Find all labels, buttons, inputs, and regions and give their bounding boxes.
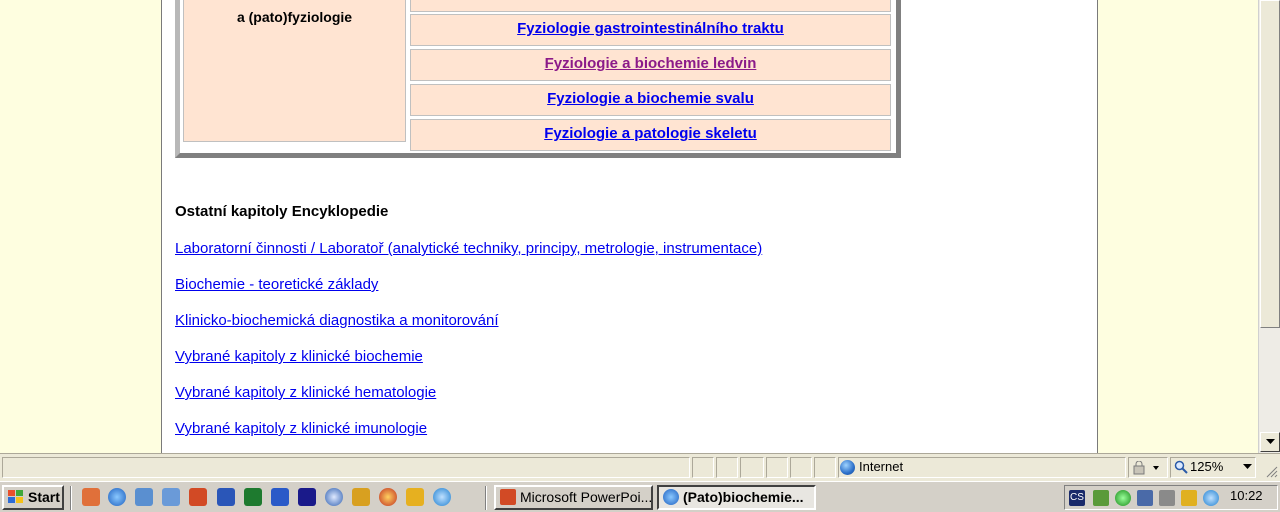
- browser-viewport: a (pato)fyziologie Fyziologie gastrointe…: [0, 0, 1258, 453]
- arrow-down-icon: [1265, 439, 1275, 444]
- status-text-pane: [2, 457, 690, 478]
- chapter-link-clinical-biochemistry[interactable]: Vybrané kapitoly z klinické biochemie: [175, 348, 423, 365]
- word-icon[interactable]: [271, 488, 289, 506]
- task-button-powerpoint[interactable]: Microsoft PowerPoi...: [494, 485, 653, 510]
- zoom-level: 125%: [1190, 459, 1224, 474]
- taskbar-separator: [70, 486, 72, 510]
- table-link-cell: Fyziologie a patologie skeletu: [410, 119, 891, 151]
- status-pane: [716, 457, 738, 478]
- powerpoint-icon: [500, 489, 516, 505]
- security-zone-label: Internet: [859, 459, 904, 474]
- start-button[interactable]: Start: [2, 485, 64, 510]
- link-gastrointestinal-physiology[interactable]: Fyziologie gastrointestinálního traktu: [517, 20, 784, 37]
- tray-tool-icon[interactable]: [1181, 490, 1197, 506]
- clock: 10:22: [1230, 488, 1263, 503]
- status-pane: [692, 457, 714, 478]
- category-cell: a (pato)fyziologie: [183, 0, 406, 142]
- language-indicator[interactable]: CS: [1069, 490, 1085, 506]
- windows-logo-icon: [8, 490, 24, 504]
- explorer-icon[interactable]: [162, 488, 180, 506]
- chapter-link-diagnostics[interactable]: Klinicko-biochemická diagnostika a monit…: [175, 312, 499, 329]
- search-icon[interactable]: [433, 488, 451, 506]
- quicklaunch-tool-icon[interactable]: [406, 488, 424, 506]
- lock-settings-icon: [1133, 461, 1159, 475]
- toolbox-icon[interactable]: [217, 488, 235, 506]
- excel-icon[interactable]: [244, 488, 262, 506]
- task-label: (Pato)biochemie...: [683, 489, 804, 505]
- section-heading: Ostatní kapitoly Encyklopedie: [175, 203, 389, 220]
- table-link-cell: Fyziologie a biochemie ledvin: [410, 49, 891, 81]
- status-bar: Internet 125%: [0, 453, 1280, 481]
- page-content: a (pato)fyziologie Fyziologie gastrointe…: [161, 0, 1098, 453]
- link-muscle-physiology[interactable]: Fyziologie a biochemie svalu: [547, 90, 754, 107]
- table-link-cell: Fyziologie gastrointestinálního traktu: [410, 14, 891, 46]
- status-pane: [766, 457, 788, 478]
- link-kidney-physiology[interactable]: Fyziologie a biochemie ledvin: [545, 55, 757, 72]
- media-player-icon[interactable]: [325, 488, 343, 506]
- link-skeleton-physiology[interactable]: Fyziologie a patologie skeletu: [544, 125, 757, 142]
- vertical-scrollbar[interactable]: [1258, 0, 1280, 453]
- network-icon[interactable]: [135, 488, 153, 506]
- taskbar: Start Microsoft PowerPoi... (Pato)bioche…: [0, 481, 1280, 512]
- scrollbar-thumb[interactable]: [1260, 0, 1280, 328]
- quicklaunch-app-icon[interactable]: [379, 488, 397, 506]
- globe-icon: [840, 460, 855, 475]
- table-link-cell: Fyziologie a biochemie svalu: [410, 84, 891, 116]
- chapters-table: a (pato)fyziologie Fyziologie gastrointe…: [175, 0, 901, 158]
- chapter-link-laboratory[interactable]: Laboratorní činnosti / Laboratoř (analyt…: [175, 240, 762, 257]
- task-button-browser[interactable]: (Pato)biochemie...: [657, 485, 816, 510]
- category-label: a (pato)fyziologie: [236, 9, 353, 25]
- status-pane: [790, 457, 812, 478]
- status-pane: [814, 457, 836, 478]
- chapter-link-biochemistry-basics[interactable]: Biochemie - teoretické základy: [175, 276, 378, 293]
- chapter-link-clinical-hematology[interactable]: Vybrané kapitoly z klinické hematologie: [175, 384, 436, 401]
- chevron-down-icon[interactable]: [1243, 464, 1252, 470]
- table-cell-top: [410, 0, 891, 12]
- task-label: Microsoft PowerPoi...: [520, 489, 653, 505]
- tray-monitor-icon[interactable]: [1159, 490, 1175, 506]
- start-label: Start: [28, 489, 60, 505]
- scroll-down-button[interactable]: [1260, 432, 1280, 452]
- tray-update-icon[interactable]: [1203, 490, 1219, 506]
- save-disk-icon[interactable]: [298, 488, 316, 506]
- internet-explorer-icon[interactable]: [108, 488, 126, 506]
- internet-explorer-icon: [663, 489, 679, 505]
- zoom-icon: [1174, 460, 1188, 474]
- quicklaunch-tool-icon[interactable]: [352, 488, 370, 506]
- network-connection-icon[interactable]: [1137, 490, 1153, 506]
- resize-grip-icon[interactable]: [1264, 464, 1278, 478]
- status-pane: [740, 457, 764, 478]
- powerpoint-icon[interactable]: [189, 488, 207, 506]
- tray-app-icon[interactable]: [1093, 490, 1109, 506]
- tray-status-icon[interactable]: [1115, 490, 1131, 506]
- quicklaunch-app-icon[interactable]: [82, 488, 100, 506]
- taskbar-separator: [485, 486, 487, 510]
- chapter-link-clinical-immunology[interactable]: Vybrané kapitoly z klinické imunologie: [175, 420, 427, 437]
